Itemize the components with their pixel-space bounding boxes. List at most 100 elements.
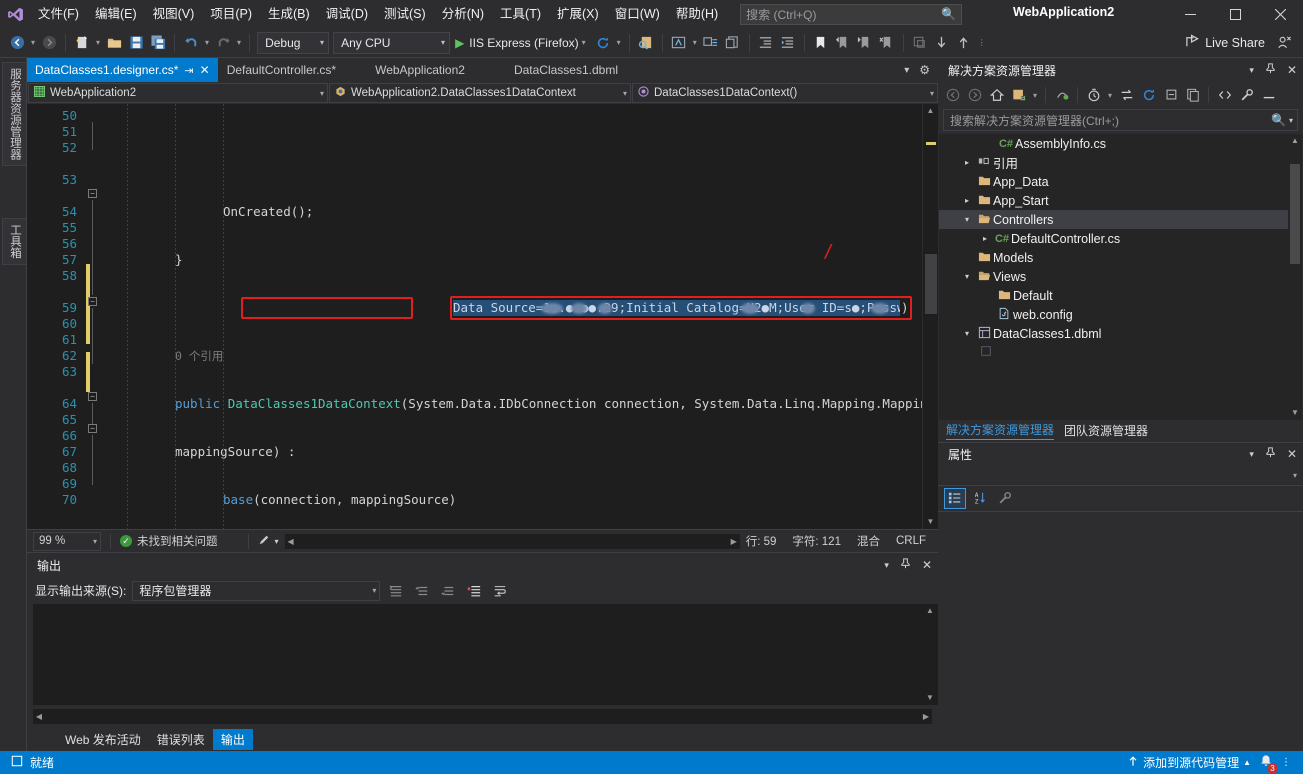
live-share-button[interactable]: Live Share bbox=[1177, 31, 1273, 55]
output-list-all-icon[interactable] bbox=[386, 581, 406, 601]
server-explorer-vtab[interactable]: 服务器资源管理器 bbox=[2, 62, 27, 166]
menu-build[interactable]: 生成(B) bbox=[260, 0, 318, 28]
output-word-wrap-icon[interactable] bbox=[490, 581, 510, 601]
decrease-indent-icon[interactable] bbox=[777, 31, 799, 55]
tab-defaultcontroller-cs[interactable]: DefaultController.cs* bbox=[219, 58, 345, 82]
chevron-down-icon[interactable]: ▾ bbox=[959, 215, 975, 224]
refresh-icon[interactable] bbox=[1138, 85, 1159, 106]
scroll-up-arrow[interactable]: ▲ bbox=[923, 104, 938, 118]
previous-bookmark-icon[interactable] bbox=[832, 31, 854, 55]
properties-object-combo[interactable]: ▾ bbox=[938, 466, 1303, 486]
tab-error-list[interactable]: 错误列表 bbox=[149, 729, 213, 750]
toolbar-overflow-icon[interactable]: ⋮ bbox=[975, 38, 989, 47]
toolbox-vtab[interactable]: 工具箱 bbox=[2, 218, 27, 265]
output-hscroll-left-arrow[interactable]: ◀ bbox=[33, 709, 45, 724]
undo-dropdown[interactable]: ▾ bbox=[202, 38, 212, 47]
hscroll-left-arrow[interactable]: ◀ bbox=[285, 534, 297, 549]
tree-item-defaultcontroller[interactable]: ▸ C# DefaultController.cs bbox=[939, 229, 1302, 248]
collapse-box[interactable]: − bbox=[88, 297, 97, 306]
move-up-icon[interactable] bbox=[953, 31, 975, 55]
issues-indicator[interactable]: ✓ 未找到相关问题 bbox=[120, 533, 218, 549]
menu-view[interactable]: 视图(V) bbox=[145, 0, 203, 28]
add-to-source-control-button[interactable]: 添加到源代码管理 ▲ bbox=[1127, 754, 1251, 771]
navbar-project-combo[interactable]: WebApplication2 ▾ bbox=[28, 83, 328, 103]
tab-dataclasses1-designer-cs[interactable]: DataClasses1.designer.cs* ⇥ ✕ bbox=[27, 58, 219, 82]
chevron-down-icon[interactable]: ▾ bbox=[959, 329, 975, 338]
close-icon[interactable]: ✕ bbox=[1287, 63, 1297, 77]
code-cleanup-button[interactable]: ▾ bbox=[258, 534, 279, 549]
maximize-button[interactable] bbox=[1213, 0, 1258, 28]
properties-grid[interactable] bbox=[938, 512, 1303, 752]
save-all-icon[interactable] bbox=[147, 31, 169, 55]
tab-webapplication2[interactable]: WebApplication2 bbox=[345, 58, 496, 82]
collapse-box[interactable]: − bbox=[88, 424, 97, 433]
tab-output[interactable]: 输出 bbox=[213, 729, 253, 750]
output-scroll-down-arrow[interactable]: ▼ bbox=[922, 691, 938, 705]
show-all-files-icon[interactable] bbox=[1182, 85, 1203, 106]
chevron-right-icon[interactable]: ▸ bbox=[959, 196, 975, 205]
comment-selection-icon[interactable] bbox=[700, 31, 722, 55]
pending-changes-icon[interactable] bbox=[1051, 85, 1072, 106]
chevron-down-icon[interactable]: ▾ bbox=[1249, 449, 1254, 460]
minimize-button[interactable] bbox=[1168, 0, 1213, 28]
solution-explorer-tree[interactable]: C# AssemblyInfo.cs ▸ 引用 bbox=[939, 134, 1302, 420]
tree-item-references[interactable]: ▸ 引用 bbox=[939, 153, 1302, 172]
output-source-combo[interactable]: 程序包管理器 ▾ bbox=[132, 581, 380, 601]
chevron-down-icon[interactable]: ▾ bbox=[904, 65, 909, 76]
menu-project[interactable]: 项目(P) bbox=[202, 0, 260, 28]
pin-icon[interactable] bbox=[1265, 63, 1276, 77]
invite-user-icon[interactable] bbox=[1273, 31, 1295, 55]
chevron-right-icon[interactable]: ▸ bbox=[959, 158, 975, 167]
output-hscroll-right-arrow[interactable]: ▶ bbox=[920, 709, 932, 724]
tree-scroll-down-arrow[interactable]: ▼ bbox=[1288, 406, 1302, 420]
close-icon[interactable]: ✕ bbox=[922, 558, 932, 572]
new-project-icon[interactable] bbox=[71, 31, 93, 55]
categorized-icon[interactable] bbox=[944, 488, 966, 509]
quick-launch-search[interactable]: 搜索 (Ctrl+Q) 🔍 bbox=[740, 4, 962, 25]
editor-glyph-margin[interactable]: − − − − bbox=[83, 104, 101, 529]
code-editor[interactable]: 50 51 52 . 53 . 54 55 56 57 58 . 59 60 6… bbox=[27, 104, 938, 529]
undo-icon[interactable] bbox=[180, 31, 202, 55]
navbar-type-combo[interactable]: WebApplication2.DataClasses1DataContext … bbox=[329, 83, 631, 103]
tree-item-assemblyinfo[interactable]: C# AssemblyInfo.cs bbox=[939, 134, 1302, 153]
gear-icon[interactable]: ⚙ bbox=[919, 63, 930, 77]
navigate-back-icon[interactable] bbox=[6, 31, 28, 55]
switch-views-icon[interactable] bbox=[1008, 85, 1029, 106]
tree-item-app-data[interactable]: App_Data bbox=[939, 172, 1302, 191]
pending-history-dropdown[interactable]: ▾ bbox=[1105, 91, 1115, 100]
tree-item-models[interactable]: Models bbox=[939, 248, 1302, 267]
tree-item-views[interactable]: ▾ Views bbox=[939, 267, 1302, 286]
output-horizontal-scrollbar[interactable]: ◀ ▶ bbox=[33, 709, 932, 724]
navigate-back-dropdown[interactable]: ▾ bbox=[28, 38, 38, 47]
browser-preview-dropdown[interactable]: ▾ bbox=[690, 38, 700, 47]
solution-platform-combo[interactable]: Any CPU ▾ bbox=[333, 32, 450, 54]
menu-window[interactable]: 窗口(W) bbox=[607, 0, 668, 28]
next-bookmark-icon[interactable] bbox=[854, 31, 876, 55]
tab-web-publish-activity[interactable]: Web 发布活动 bbox=[57, 729, 149, 750]
chevron-down-icon[interactable]: ▾ bbox=[959, 272, 975, 281]
pending-history-icon[interactable] bbox=[1083, 85, 1104, 106]
property-pages-icon[interactable] bbox=[994, 488, 1016, 509]
tree-item-dataclasses1-dbml[interactable]: ▾ DataClasses1.dbml bbox=[939, 324, 1302, 343]
menu-tools[interactable]: 工具(T) bbox=[492, 0, 549, 28]
uncomment-selection-icon[interactable] bbox=[722, 31, 744, 55]
editor-horizontal-scrollbar[interactable]: ◀ ▶ bbox=[285, 534, 740, 549]
menu-help[interactable]: 帮助(H) bbox=[668, 0, 726, 28]
output-vertical-scrollbar[interactable]: ▲ ▼ bbox=[922, 604, 938, 705]
show-output-icon[interactable] bbox=[1258, 85, 1279, 106]
pin-icon[interactable]: ⇥ bbox=[184, 64, 193, 77]
zoom-level-combo[interactable]: 99 % ▾ bbox=[33, 532, 101, 551]
pin-icon[interactable] bbox=[1265, 447, 1276, 461]
menu-analyze[interactable]: 分析(N) bbox=[434, 0, 492, 28]
start-debug-button[interactable]: ▶ IIS Express (Firefox) ▾ bbox=[452, 31, 592, 55]
refresh-dropdown[interactable]: ▾ bbox=[614, 38, 624, 47]
clear-bookmarks-icon[interactable] bbox=[876, 31, 898, 55]
output-text-area[interactable]: ▲ ▼ bbox=[33, 604, 938, 705]
find-in-files-icon[interactable] bbox=[635, 31, 657, 55]
close-button[interactable] bbox=[1258, 0, 1303, 28]
navbar-member-combo[interactable]: DataClasses1DataContext() ▾ bbox=[632, 83, 938, 103]
code-text-area[interactable]: OnCreated(); } 0 个引用 public DataClasses1… bbox=[101, 104, 922, 529]
tab-team-explorer[interactable]: 团队资源管理器 bbox=[1064, 422, 1148, 439]
redo-icon[interactable] bbox=[212, 31, 234, 55]
properties-icon[interactable] bbox=[1236, 85, 1257, 106]
